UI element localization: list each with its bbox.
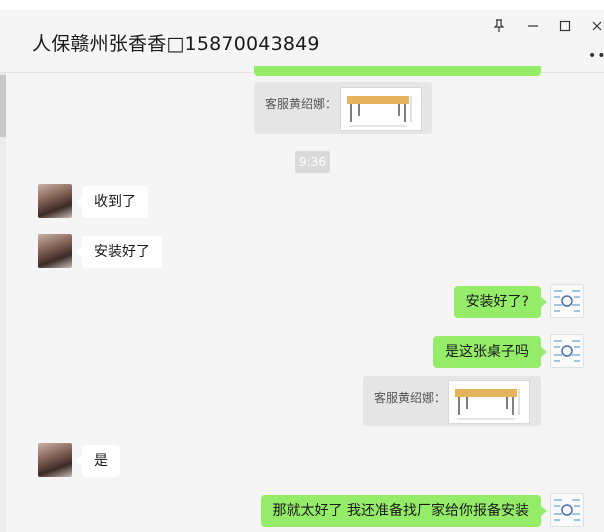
table-photo-thumbnail[interactable] [340, 87, 422, 131]
pin-icon[interactable] [488, 16, 510, 36]
my-avatar[interactable] [550, 284, 584, 318]
incoming-message[interactable]: 安装好了 [76, 236, 162, 268]
outgoing-message[interactable]: 那就太好了 我还准备找厂家给你报备安装 [260, 495, 548, 527]
incoming-message[interactable]: 收到了 [76, 186, 148, 218]
my-avatar[interactable] [550, 334, 584, 368]
scrollbar-thumb[interactable] [0, 75, 6, 137]
chat-header: 人保赣州张香香□15870043849 ••• [0, 10, 604, 73]
previous-message-bubble [254, 66, 541, 76]
close-icon[interactable] [586, 16, 604, 36]
minimize-icon[interactable] [522, 16, 544, 36]
window-top-bar [0, 0, 604, 10]
contact-avatar[interactable] [38, 443, 72, 477]
message-timestamp: 9:36 [295, 151, 330, 173]
my-avatar[interactable] [550, 493, 584, 527]
incoming-message[interactable]: 是 [76, 445, 120, 477]
quote-sender-label: 客服黄绍娜： [374, 391, 447, 405]
contact-avatar[interactable] [38, 184, 72, 218]
scrollbar-track[interactable] [0, 73, 6, 532]
quoted-message[interactable]: 客服黄绍娜： [254, 82, 432, 134]
contact-avatar[interactable] [38, 234, 72, 268]
table-photo-thumbnail[interactable] [448, 380, 530, 424]
quote-sender-label: 客服黄绍娜： [265, 97, 338, 111]
outgoing-message[interactable]: 安装好了? [453, 286, 548, 318]
quoted-message[interactable]: 客服黄绍娜： [363, 376, 541, 426]
more-icon[interactable]: ••• [588, 48, 604, 64]
outgoing-message[interactable]: 是这张桌子吗 [433, 336, 547, 368]
chat-title: 人保赣州张香香□15870043849 [32, 33, 320, 55]
maximize-icon[interactable] [554, 16, 576, 36]
